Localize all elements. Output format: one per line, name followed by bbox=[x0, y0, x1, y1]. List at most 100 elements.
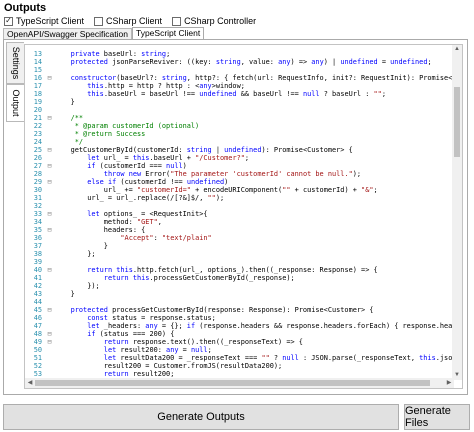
line-number: 50 bbox=[33, 346, 42, 354]
generate-outputs-button[interactable]: Generate Outputs bbox=[3, 404, 399, 430]
code-text: } bbox=[54, 242, 108, 250]
fold-gutter bbox=[45, 362, 54, 370]
code-line: 43 } bbox=[25, 290, 453, 298]
line-number: 33 bbox=[33, 210, 42, 218]
line-number: 34 bbox=[33, 218, 42, 226]
fold-toggle-icon[interactable]: ⊟ bbox=[45, 146, 54, 154]
code-text: protected processGetCustomerById(respons… bbox=[70, 306, 374, 314]
code-line: 21 ⊟ /** bbox=[25, 114, 453, 122]
code-line: 23 * @return Success bbox=[25, 130, 453, 138]
typescript-client-option[interactable]: ✓ TypeScript Client bbox=[4, 16, 84, 26]
code-text: constructor(baseUrl?: string, http?: { f… bbox=[70, 74, 453, 82]
scroll-right-icon[interactable]: ▶ bbox=[444, 378, 454, 388]
line-number: 28 bbox=[33, 170, 42, 178]
code-text: /** bbox=[54, 114, 84, 122]
fold-gutter bbox=[45, 322, 54, 330]
fold-toggle-icon[interactable]: ⊟ bbox=[45, 74, 54, 82]
generate-files-button[interactable]: Generate Files bbox=[404, 404, 470, 430]
csharp-client-checkbox[interactable] bbox=[94, 16, 104, 26]
fold-gutter bbox=[45, 98, 54, 106]
line-number: 18 bbox=[33, 90, 42, 98]
fold-gutter bbox=[45, 82, 54, 90]
tab-openapi-specification[interactable]: OpenAPI/Swagger Specification bbox=[3, 28, 132, 39]
code-text: private baseUrl: string; bbox=[70, 50, 171, 58]
fold-toggle-icon[interactable]: ⊟ bbox=[45, 330, 54, 338]
code-line: 25 ⊟ getCustomerById(customerId: string |… bbox=[25, 146, 453, 154]
code-text: result200 = Customer.fromJS(resultData20… bbox=[54, 362, 283, 370]
code-line: 48 ⊟ if (status === 200) { bbox=[25, 330, 453, 338]
typescript-client-label: TypeScript Client bbox=[16, 16, 85, 26]
fold-toggle-icon[interactable]: ⊟ bbox=[45, 266, 54, 274]
fold-toggle-icon[interactable]: ⊟ bbox=[45, 226, 54, 234]
fold-toggle-icon[interactable]: ⊟ bbox=[45, 306, 54, 314]
line-number: 39 bbox=[33, 258, 42, 266]
fold-gutter bbox=[45, 242, 54, 250]
side-tab-output[interactable]: Output bbox=[6, 84, 24, 122]
line-number: 45 bbox=[33, 306, 42, 314]
code-line: 49 ⊟ return response.text().then((_respon… bbox=[25, 338, 453, 346]
line-number: 14 bbox=[33, 58, 42, 66]
code-text: let _headers: any = {}; if (response.hea… bbox=[87, 322, 453, 330]
line-number: 19 bbox=[33, 98, 42, 106]
tab-content-panel: Settings Output 13 private baseUrl: stri… bbox=[3, 39, 468, 395]
code-line: 19 } bbox=[25, 98, 453, 106]
code-area[interactable]: 13 private baseUrl: string; 14 protected … bbox=[25, 50, 453, 377]
code-line: 13 private baseUrl: string; bbox=[25, 50, 453, 58]
fold-gutter bbox=[45, 58, 54, 66]
code-text: */ bbox=[54, 138, 84, 146]
line-number: 52 bbox=[33, 362, 42, 370]
line-number: 26 bbox=[33, 154, 42, 162]
fold-gutter bbox=[45, 202, 54, 210]
scroll-left-icon[interactable]: ◀ bbox=[25, 378, 35, 388]
code-text: url_ = url_.replace(/[?&]$/, ""); bbox=[54, 194, 225, 202]
csharp-client-option[interactable]: CSharp Client bbox=[94, 16, 162, 26]
line-number: 49 bbox=[33, 338, 42, 346]
side-tab-settings[interactable]: Settings bbox=[6, 42, 24, 84]
csharp-controller-checkbox[interactable] bbox=[172, 16, 182, 26]
line-number: 20 bbox=[33, 106, 42, 114]
fold-toggle-icon[interactable]: ⊟ bbox=[45, 178, 54, 186]
fold-toggle-icon[interactable]: ⊟ bbox=[45, 162, 54, 170]
line-number: 31 bbox=[33, 194, 42, 202]
code-text: }; bbox=[54, 250, 96, 258]
fold-toggle-icon[interactable]: ⊟ bbox=[45, 210, 54, 218]
code-line: 41 return this.processGetCustomerById(_r… bbox=[25, 274, 453, 282]
code-text: return this.http.fetch(url_, options_).t… bbox=[87, 266, 378, 274]
fold-gutter bbox=[45, 298, 54, 306]
code-line: 22 * @param customerId (optional) bbox=[25, 122, 453, 130]
code-line: 20 bbox=[25, 106, 453, 114]
csharp-controller-option[interactable]: CSharp Controller bbox=[172, 16, 256, 26]
code-text: let resultData200 = _responseText === ""… bbox=[103, 354, 453, 362]
fold-gutter bbox=[45, 130, 54, 138]
code-line: 47 let _headers: any = {}; if (response.… bbox=[25, 322, 453, 330]
vertical-scroll-thumb[interactable] bbox=[454, 87, 460, 157]
code-text: if (customerId === null) bbox=[87, 162, 187, 170]
code-line: 24 */ bbox=[25, 138, 453, 146]
code-editor[interactable]: 13 private baseUrl: string; 14 protected … bbox=[24, 44, 463, 389]
code-text: const status = response.status; bbox=[87, 314, 216, 322]
fold-toggle-icon[interactable]: ⊟ bbox=[45, 338, 54, 346]
typescript-client-checkbox[interactable]: ✓ bbox=[4, 16, 13, 26]
line-number: 42 bbox=[33, 282, 42, 290]
code-text: url_ += "customerId=" + encodeURICompone… bbox=[54, 186, 378, 194]
line-number: 13 bbox=[33, 50, 42, 58]
vertical-scrollbar[interactable]: ▲ ▼ bbox=[452, 45, 462, 380]
code-text: this.baseUrl = baseUrl !== undefined && … bbox=[87, 90, 386, 98]
code-text: if (status === 200) { bbox=[87, 330, 175, 338]
line-number: 37 bbox=[33, 242, 42, 250]
code-line: 29 ⊟ else if (customerId !== undefined) bbox=[25, 178, 453, 186]
fold-gutter bbox=[45, 170, 54, 178]
code-text: }); bbox=[54, 282, 100, 290]
horizontal-scroll-thumb[interactable] bbox=[35, 380, 430, 386]
line-number: 51 bbox=[33, 354, 42, 362]
line-number: 43 bbox=[33, 290, 42, 298]
scroll-up-icon[interactable]: ▲ bbox=[452, 45, 462, 54]
fold-gutter bbox=[45, 122, 54, 130]
horizontal-scrollbar[interactable]: ◀ ▶ bbox=[25, 378, 454, 388]
code-text: throw new Error("The parameter 'customer… bbox=[103, 170, 362, 178]
fold-gutter bbox=[45, 282, 54, 290]
fold-toggle-icon[interactable]: ⊟ bbox=[45, 114, 54, 122]
fold-gutter bbox=[45, 250, 54, 258]
code-line: 14 protected jsonParseReviver: ((key: st… bbox=[25, 58, 453, 66]
tab-typescript-client[interactable]: TypeScript Client bbox=[131, 27, 205, 39]
